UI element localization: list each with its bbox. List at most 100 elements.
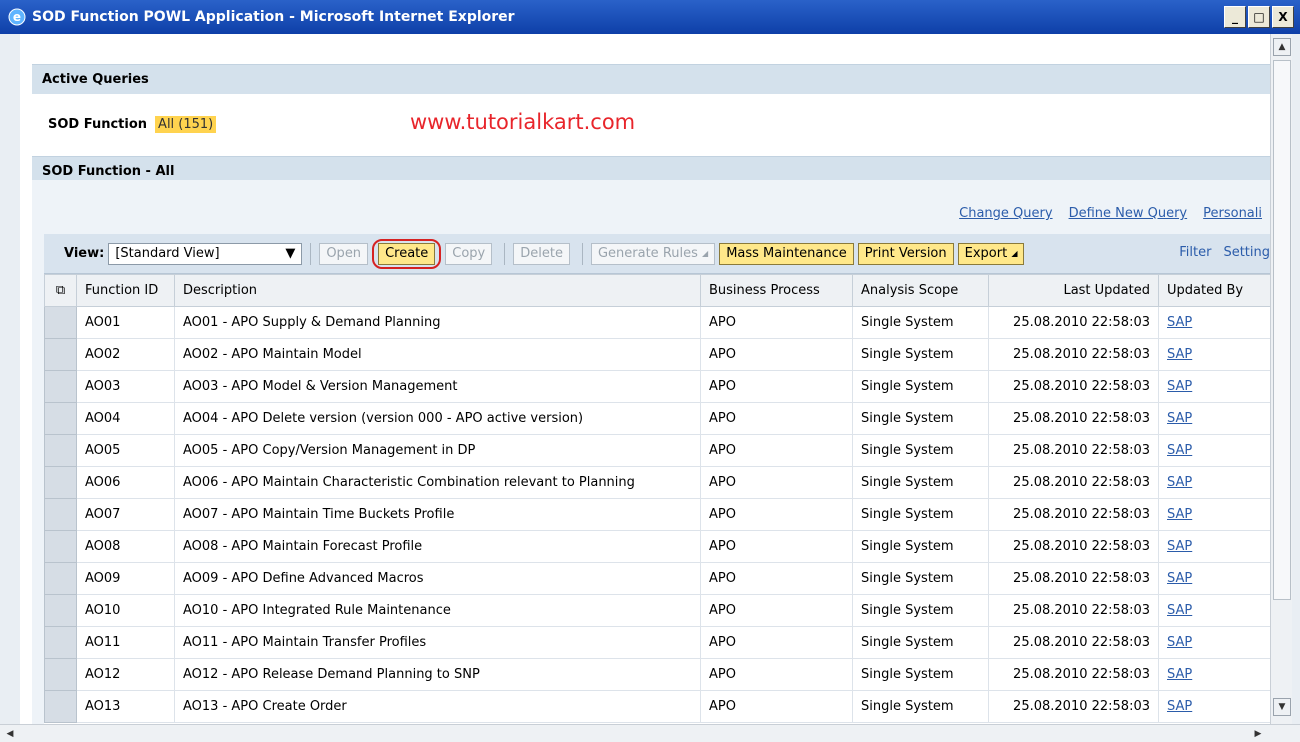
table-cell: AO12 <box>76 658 175 691</box>
print-version-button[interactable]: Print Version <box>857 242 954 265</box>
active-queries-row: SOD Function All (151) <box>32 98 1270 150</box>
updated-by-link[interactable]: SAP <box>1158 306 1270 339</box>
updated-by-link[interactable]: SAP <box>1158 466 1270 499</box>
table-row[interactable]: AO13 AO13 - APO Create Order APO Single Sys… <box>44 690 1270 723</box>
table-cell: Single System <box>852 338 989 371</box>
table-cell: APO <box>700 658 853 691</box>
table-cell: AO01 <box>76 306 175 339</box>
column-header[interactable]: Function ID <box>76 274 175 307</box>
table-row[interactable]: AO02 AO02 - APO Maintain Model APO Single S… <box>44 338 1270 371</box>
row-selector[interactable] <box>44 338 77 371</box>
table-cell: AO07 - APO Maintain Time Buckets Profile <box>174 498 701 531</box>
table-row[interactable]: AO06 AO06 - APO Maintain Characteristic C… <box>44 466 1270 499</box>
updated-by-link[interactable]: SAP <box>1158 370 1270 403</box>
horizontal-scrollbar[interactable]: ◀ ▶ <box>0 724 1300 742</box>
view-label: View: <box>64 246 105 261</box>
updated-by-link[interactable]: SAP <box>1158 562 1270 595</box>
powl-area: Change Query Define New Query Personali … <box>32 180 1270 724</box>
row-selector[interactable] <box>44 306 77 339</box>
query-all-link[interactable]: All (151) <box>155 115 217 133</box>
table-cell: AO08 <box>76 530 175 563</box>
toolbar-separator <box>310 242 312 265</box>
filter-link[interactable]: Filter <box>1179 245 1211 260</box>
internet-explorer-icon: e <box>6 6 28 28</box>
row-selector[interactable] <box>44 434 77 467</box>
table-row[interactable]: AO08 AO08 - APO Maintain Forecast Profile… <box>44 530 1270 563</box>
table-row[interactable]: AO01 AO01 - APO Supply & Demand Planning A… <box>44 306 1270 339</box>
table-cell: APO <box>700 690 853 723</box>
generate-rules-button[interactable]: Generate Rules ◢ <box>590 242 716 265</box>
create-button[interactable]: Create <box>378 242 436 265</box>
table-cell: 25.08.2010 22:58:03 <box>988 658 1159 691</box>
table-cell: 25.08.2010 22:58:03 <box>988 434 1159 467</box>
updated-by-link[interactable]: SAP <box>1158 626 1270 659</box>
row-selector[interactable] <box>44 530 77 563</box>
updated-by-link[interactable]: SAP <box>1158 530 1270 563</box>
settings-link[interactable]: Setting <box>1223 245 1270 260</box>
change-query-link[interactable]: Change Query <box>959 206 1052 221</box>
copy-button[interactable]: Copy <box>445 242 493 265</box>
maximize-button[interactable]: □ <box>1248 6 1270 28</box>
updated-by-link[interactable]: SAP <box>1158 690 1270 723</box>
row-selector[interactable] <box>44 594 77 627</box>
table-cell: AO02 <box>76 338 175 371</box>
column-header[interactable]: Updated By <box>1158 274 1270 307</box>
table-cell: AO13 - APO Create Order <box>174 690 701 723</box>
column-header[interactable]: Business Process <box>700 274 853 307</box>
scroll-up-icon[interactable]: ▲ <box>1273 38 1291 56</box>
table-row[interactable]: AO05 AO05 - APO Copy/Version Management i… <box>44 434 1270 467</box>
define-new-query-link[interactable]: Define New Query <box>1069 206 1188 221</box>
updated-by-link[interactable]: SAP <box>1158 402 1270 435</box>
view-select[interactable]: [Standard View] ▼ <box>108 242 303 265</box>
delete-button[interactable]: Delete <box>513 242 570 265</box>
chevron-down-icon: ▼ <box>285 246 296 261</box>
row-selector[interactable] <box>44 498 77 531</box>
open-button[interactable]: Open <box>319 242 369 265</box>
table-header-row: ⧉ Function ID Description Business Proce… <box>44 274 1270 307</box>
row-selector[interactable] <box>44 658 77 691</box>
vertical-scrollbar[interactable]: ▲ ▼ <box>1270 34 1292 724</box>
column-header[interactable]: Last Updated <box>988 274 1159 307</box>
table-row[interactable]: AO11 AO11 - APO Maintain Transfer Profile… <box>44 626 1270 659</box>
row-selector[interactable] <box>44 402 77 435</box>
row-selector[interactable] <box>44 370 77 403</box>
row-selector[interactable] <box>44 690 77 723</box>
table-cell: APO <box>700 306 853 339</box>
updated-by-link[interactable]: SAP <box>1158 434 1270 467</box>
table-cell: APO <box>700 434 853 467</box>
table-row[interactable]: AO10 AO10 - APO Integrated Rule Maintenan… <box>44 594 1270 627</box>
table-cell: AO11 <box>76 626 175 659</box>
table-row[interactable]: AO07 AO07 - APO Maintain Time Buckets Pro… <box>44 498 1270 531</box>
scroll-left-icon[interactable]: ◀ <box>2 726 18 742</box>
column-header[interactable]: Analysis Scope <box>852 274 989 307</box>
table-cell: 25.08.2010 22:58:03 <box>988 498 1159 531</box>
personalize-link[interactable]: Personali <box>1203 206 1262 221</box>
updated-by-link[interactable]: SAP <box>1158 338 1270 371</box>
row-selector[interactable] <box>44 562 77 595</box>
table-row[interactable]: AO12 AO12 - APO Release Demand Planning t… <box>44 658 1270 691</box>
scroll-down-icon[interactable]: ▼ <box>1273 698 1291 716</box>
table-row[interactable]: AO04 AO04 - APO Delete version (version 0… <box>44 402 1270 435</box>
minimize-button[interactable]: _ <box>1224 6 1246 28</box>
table-cell: APO <box>700 594 853 627</box>
table-cell: Single System <box>852 402 989 435</box>
row-selector[interactable] <box>44 626 77 659</box>
toolbar-separator <box>581 242 583 265</box>
table-row[interactable]: AO03 AO03 - APO Model & Version Managemen… <box>44 370 1270 403</box>
updated-by-link[interactable]: SAP <box>1158 498 1270 531</box>
scroll-thumb[interactable] <box>1273 60 1291 600</box>
view-select-value: [Standard View] <box>115 246 220 261</box>
close-button[interactable]: X <box>1272 6 1294 28</box>
export-button[interactable]: Export ◢ <box>957 242 1025 265</box>
select-all-icon[interactable]: ⧉ <box>44 274 77 307</box>
mass-maintenance-button[interactable]: Mass Maintenance <box>719 242 854 265</box>
scroll-right-icon[interactable]: ▶ <box>1250 726 1266 742</box>
column-header[interactable]: Description <box>174 274 701 307</box>
updated-by-link[interactable]: SAP <box>1158 658 1270 691</box>
row-selector[interactable] <box>44 466 77 499</box>
table-cell: 25.08.2010 22:58:03 <box>988 562 1159 595</box>
updated-by-link[interactable]: SAP <box>1158 594 1270 627</box>
table-row[interactable]: AO09 AO09 - APO Define Advanced Macros APO… <box>44 562 1270 595</box>
table-cell: APO <box>700 530 853 563</box>
table-cell: 25.08.2010 22:58:03 <box>988 626 1159 659</box>
